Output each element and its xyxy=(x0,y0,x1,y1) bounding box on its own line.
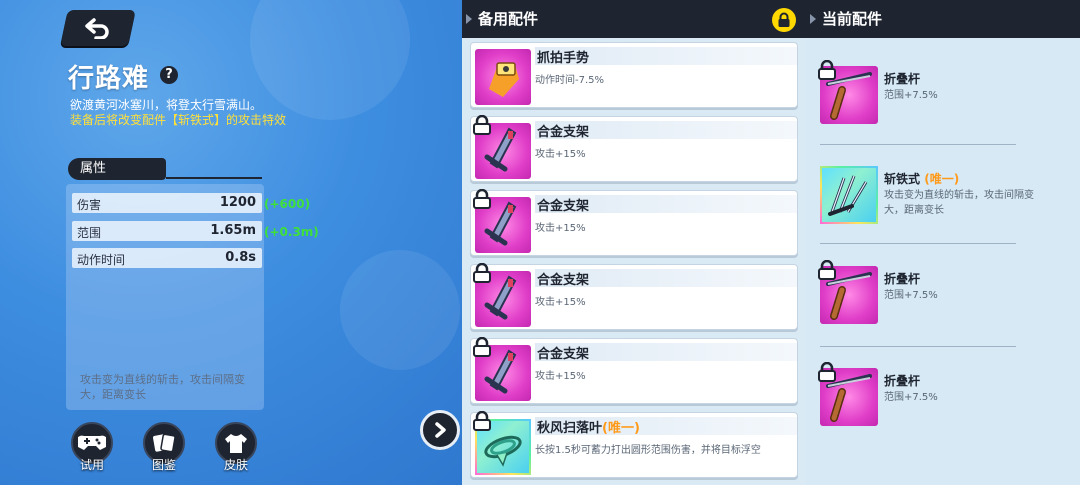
part-card-alloy-stand[interactable]: 合金支架 攻击+15% xyxy=(470,189,798,256)
part-name: 折叠杆 xyxy=(884,272,921,286)
stat-row-range: 范围 1.65m xyxy=(72,221,262,241)
part-effect: 攻击+15% xyxy=(535,149,586,160)
part-effect: 长按1.5秒可蓄力打出圆形范围伤害，并将目标浮空 xyxy=(535,445,761,456)
trial-button[interactable]: 试用 xyxy=(68,422,116,473)
part-card-alloy-stand[interactable]: 合金支架 攻击+15% xyxy=(470,263,798,330)
part-name: 合金支架 xyxy=(537,273,590,288)
equip-effect-text: 装备后将改变配件【斩铁式】的攻击特效 xyxy=(70,113,287,127)
part-effect: 攻击+15% xyxy=(535,371,586,382)
part-name: 斩铁式 (唯一) xyxy=(884,172,960,186)
part-card-camera-gesture[interactable]: 抓拍手势 动作时间-7.5% xyxy=(470,42,798,108)
part-effect: 动作时间-7.5% xyxy=(535,75,605,86)
lock-icon xyxy=(473,337,491,357)
lock-icon xyxy=(818,362,836,382)
divider xyxy=(820,346,1016,347)
lock-icon xyxy=(818,260,836,280)
equipped-part-folding-pole[interactable]: 折叠杆 范围+7.5% xyxy=(818,362,1070,432)
skin-label: 皮肤 xyxy=(223,458,248,472)
header-marker-icon xyxy=(810,14,816,24)
lock-icon xyxy=(473,263,491,283)
camera-hand-icon xyxy=(475,49,531,105)
collection-button[interactable]: 图鉴 xyxy=(140,422,188,473)
part-effect: 攻击变为直线的斩击，攻击间隔变大，距离变长 xyxy=(884,190,1034,216)
page-title: 行路难 xyxy=(68,64,150,94)
stat-value: 1.65m xyxy=(210,223,256,238)
part-card-autumn-wind[interactable]: 秋风扫落叶(唯一) 长按1.5秒可蓄力打出圆形范围伤害，并将目标浮空 xyxy=(470,411,798,478)
stat-bonus: (+600) xyxy=(264,197,311,211)
stat-value: 1200 xyxy=(219,195,256,210)
part-effect: 攻击+15% xyxy=(535,297,586,308)
lock-icon xyxy=(778,12,790,27)
lock-icon xyxy=(473,411,491,431)
part-effect: 范围+7.5% xyxy=(884,90,938,101)
back-arrow-icon xyxy=(85,18,109,39)
background-decoration xyxy=(250,0,410,120)
stat-label: 伤害 xyxy=(77,198,102,212)
lock-toggle-button[interactable] xyxy=(772,8,796,32)
equipped-part-iron-slash[interactable]: 斩铁式 (唯一) 攻击变为直线的斩击，攻击间隔变大，距离变长 xyxy=(820,166,1070,230)
header-marker-icon xyxy=(466,14,472,24)
stat-bonus: (+0.3m) xyxy=(264,225,319,239)
part-effect: 范围+7.5% xyxy=(884,392,938,403)
iron-slash-icon xyxy=(820,166,878,224)
stat-label: 动作时间 xyxy=(77,253,126,267)
back-button[interactable] xyxy=(60,10,136,46)
lock-icon xyxy=(473,189,491,209)
trial-label: 试用 xyxy=(79,458,104,472)
part-card-alloy-stand[interactable]: 合金支架 攻击+15% xyxy=(470,115,798,182)
part-name: 合金支架 xyxy=(537,347,590,362)
collection-label: 图鉴 xyxy=(151,458,176,472)
part-name: 合金支架 xyxy=(537,125,590,140)
divider xyxy=(820,243,1016,244)
spare-parts-panel: 备用配件 抓拍手势 动作时间-7.5% 合金支架 攻击+15% 合金支架 攻击+… xyxy=(462,0,806,485)
spare-parts-header: 备用配件 xyxy=(462,0,806,38)
background-decoration xyxy=(340,250,460,370)
part-name: 合金支架 xyxy=(537,199,590,214)
unique-tag: (唯一) xyxy=(602,421,640,436)
attributes-tab: 属性 xyxy=(68,158,166,180)
divider xyxy=(820,144,1016,145)
skin-button[interactable]: 皮肤 xyxy=(212,422,260,473)
part-name: 抓拍手势 xyxy=(537,51,590,66)
spare-parts-title: 备用配件 xyxy=(478,10,539,28)
chevron-right-icon xyxy=(435,422,446,438)
stat-value: 0.8s xyxy=(225,250,256,265)
equipped-part-folding-pole[interactable]: 折叠杆 范围+7.5% xyxy=(818,260,1070,330)
unique-tag: (唯一) xyxy=(924,172,960,186)
part-effect: 攻击+15% xyxy=(535,223,586,234)
lock-icon xyxy=(818,60,836,80)
current-parts-title: 当前配件 xyxy=(822,10,883,28)
help-icon[interactable]: ? xyxy=(160,66,178,84)
equipped-part-folding-pole[interactable]: 折叠杆 范围+7.5% xyxy=(818,60,1070,130)
part-name: 秋风扫落叶(唯一) xyxy=(537,421,640,436)
part-name: 折叠杆 xyxy=(884,374,921,388)
lock-icon xyxy=(473,115,491,135)
stat-row-damage: 伤害 1200 xyxy=(72,193,262,213)
current-parts-panel: 当前配件 折叠杆 范围+7.5% 斩铁式 (唯一) 攻击变为直线的斩击，攻击间隔… xyxy=(806,0,1080,485)
stat-row-action-time: 动作时间 0.8s xyxy=(72,248,262,268)
expand-arrow-button[interactable] xyxy=(420,410,460,450)
stat-label: 范围 xyxy=(77,226,102,240)
detail-panel: 行路难 ? 欲渡黄河冰塞川，将登太行雪满山。 装备后将改变配件【斩铁式】的攻击特… xyxy=(0,0,462,485)
part-name: 折叠杆 xyxy=(884,72,921,86)
stat-description: 攻击变为直线的斩击，攻击间隔变大，距离变长 xyxy=(80,373,245,401)
part-card-alloy-stand[interactable]: 合金支架 攻击+15% xyxy=(470,337,798,404)
part-effect: 范围+7.5% xyxy=(884,290,938,301)
divider xyxy=(166,177,262,179)
current-parts-header: 当前配件 xyxy=(806,0,1080,38)
